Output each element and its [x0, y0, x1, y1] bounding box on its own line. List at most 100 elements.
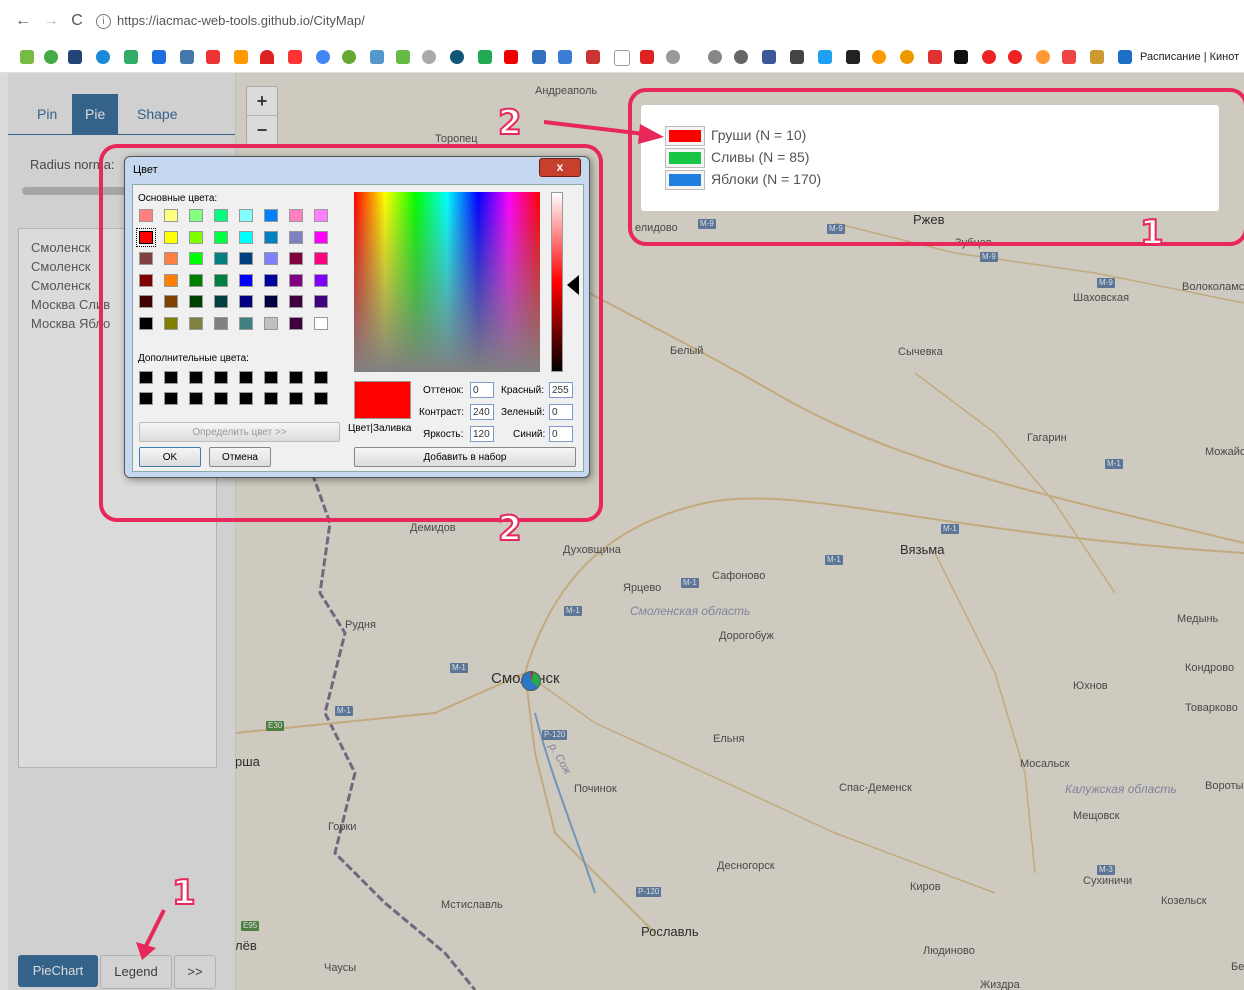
basic-color-swatch[interactable]	[189, 295, 203, 308]
bookmark-icon[interactable]	[20, 50, 34, 64]
bookmark-icon[interactable]	[532, 50, 546, 64]
bookmark-icon[interactable]	[288, 50, 302, 64]
tab-shape[interactable]: Shape	[124, 94, 190, 134]
basic-color-swatch[interactable]	[189, 252, 203, 265]
basic-color-swatch[interactable]	[289, 273, 303, 287]
bookmark-icon[interactable]	[1036, 50, 1050, 64]
basic-color-swatch[interactable]	[289, 209, 303, 222]
bookmark-icon[interactable]	[558, 50, 572, 64]
basic-color-swatch[interactable]	[264, 316, 278, 330]
close-button[interactable]: x	[539, 158, 581, 177]
basic-color-swatch[interactable]	[214, 230, 228, 244]
custom-color-swatch[interactable]	[139, 371, 153, 384]
basic-color-swatch[interactable]	[139, 273, 153, 287]
pie-marker-smolensk[interactable]	[521, 671, 541, 691]
bookmark-icon[interactable]	[954, 50, 968, 64]
bookmark-icon[interactable]	[1008, 50, 1022, 64]
basic-color-swatch[interactable]	[239, 295, 253, 308]
bookmark-icon[interactable]	[316, 50, 330, 64]
bookmark-icon[interactable]	[370, 50, 384, 64]
bookmark-icon[interactable]	[44, 50, 58, 64]
basic-color-swatch[interactable]	[239, 209, 253, 222]
custom-color-swatch[interactable]	[264, 371, 278, 384]
basic-color-swatch[interactable]	[164, 230, 178, 244]
basic-color-swatch[interactable]	[189, 273, 203, 287]
basic-color-swatch[interactable]	[139, 316, 153, 330]
define-color-button[interactable]: Определить цвет >>	[139, 422, 340, 442]
bookmark-icon[interactable]	[180, 50, 194, 64]
red-input[interactable]: 255	[549, 382, 573, 398]
bookmark-icon[interactable]	[666, 50, 680, 64]
basic-color-swatch[interactable]	[314, 209, 328, 222]
basic-color-swatch[interactable]	[289, 230, 303, 244]
piechart-button[interactable]: PieChart	[18, 955, 98, 987]
basic-color-swatch[interactable]	[136, 227, 156, 247]
bookmark-icon[interactable]	[1062, 50, 1076, 64]
basic-color-swatch[interactable]	[239, 230, 253, 244]
basic-color-swatch[interactable]	[314, 273, 328, 287]
basic-color-swatch[interactable]	[164, 209, 178, 222]
green-input[interactable]: 0	[549, 404, 573, 420]
basic-color-swatch[interactable]	[189, 209, 203, 222]
back-icon[interactable]: ←	[14, 12, 32, 30]
basic-color-swatch[interactable]	[239, 252, 253, 265]
bookmark-icon[interactable]	[152, 50, 166, 64]
basic-color-swatch[interactable]	[164, 295, 178, 308]
basic-color-swatch[interactable]	[239, 316, 253, 330]
address-bar[interactable]: i https://iacmac-web-tools.github.io/City…	[96, 10, 1236, 32]
bookmark-icon[interactable]	[396, 50, 410, 64]
custom-color-swatch[interactable]	[289, 371, 303, 384]
bookmark-icon[interactable]	[614, 50, 630, 66]
basic-color-swatch[interactable]	[164, 252, 178, 265]
custom-color-swatch[interactable]	[164, 392, 178, 405]
basic-color-swatch[interactable]	[314, 230, 328, 244]
basic-color-swatch[interactable]	[214, 252, 228, 265]
bookmark-icon[interactable]	[818, 50, 832, 64]
bookmark-icon[interactable]	[900, 50, 914, 64]
basic-color-swatch[interactable]	[314, 316, 328, 330]
basic-color-swatch[interactable]	[289, 252, 303, 265]
bookmark-icon[interactable]	[96, 50, 110, 64]
bookmark-icon[interactable]	[478, 50, 492, 64]
basic-color-swatch[interactable]	[289, 316, 303, 330]
custom-color-swatch[interactable]	[239, 371, 253, 384]
bookmark-icon[interactable]	[1118, 50, 1132, 64]
basic-color-swatch[interactable]	[214, 295, 228, 308]
basic-color-swatch[interactable]	[214, 273, 228, 287]
bookmark-icon[interactable]	[640, 50, 654, 64]
hue-input[interactable]: 0	[470, 382, 494, 398]
custom-color-swatch[interactable]	[314, 371, 328, 384]
bookmark-icon[interactable]	[260, 50, 274, 64]
basic-color-swatch[interactable]	[164, 273, 178, 287]
bookmark-icon[interactable]	[846, 50, 860, 64]
basic-color-swatch[interactable]	[214, 316, 228, 330]
bookmark-icon[interactable]	[450, 50, 464, 64]
ok-button[interactable]: OK	[139, 447, 201, 467]
basic-color-swatch[interactable]	[264, 273, 278, 287]
basic-color-swatch[interactable]	[314, 295, 328, 308]
legend-swatch[interactable]	[665, 148, 705, 168]
basic-color-swatch[interactable]	[189, 316, 203, 330]
custom-color-swatch[interactable]	[239, 392, 253, 405]
custom-color-swatch[interactable]	[164, 371, 178, 384]
basic-color-swatch[interactable]	[264, 230, 278, 244]
bookmark-icon[interactable]	[124, 50, 138, 64]
bookmark-icon[interactable]	[762, 50, 776, 64]
tab-pin[interactable]: Pin	[24, 94, 70, 134]
cancel-button[interactable]: Отмена	[209, 447, 271, 467]
basic-color-swatch[interactable]	[189, 230, 203, 244]
bookmark-icon[interactable]	[1090, 50, 1104, 64]
bookmark-icon[interactable]	[708, 50, 722, 64]
zoom-out-button[interactable]: −	[247, 115, 277, 144]
bookmark-icon[interactable]	[586, 50, 600, 64]
basic-color-swatch[interactable]	[214, 209, 228, 222]
luminance-arrow-icon[interactable]	[567, 275, 579, 295]
bookmark-icon[interactable]	[872, 50, 886, 64]
legend-swatch[interactable]	[665, 170, 705, 190]
bookmark-icon[interactable]	[234, 50, 248, 64]
more-button[interactable]: >>	[174, 955, 216, 989]
zoom-in-button[interactable]: +	[247, 87, 277, 115]
basic-color-swatch[interactable]	[264, 252, 278, 265]
info-icon[interactable]: i	[96, 14, 111, 30]
bookmark-icon[interactable]	[422, 50, 436, 64]
